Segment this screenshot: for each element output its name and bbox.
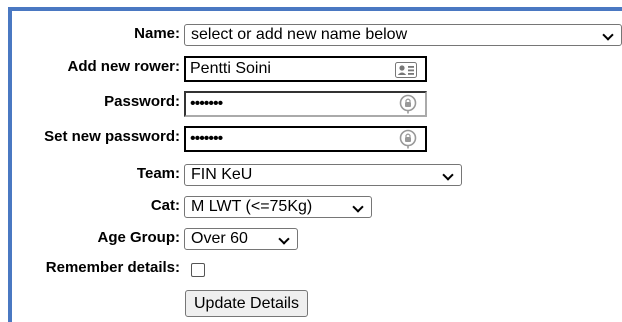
set-password-input[interactable]: ••••••• [184, 126, 427, 152]
remember-checkbox[interactable] [191, 263, 205, 277]
age-group-select[interactable]: Over 60 [184, 228, 298, 250]
cat-select-value: M LWT (<=75Kg) [191, 198, 313, 215]
name-select-value: select or add new name below [191, 26, 408, 43]
contact-card-icon [395, 62, 417, 84]
chevron-down-icon [278, 233, 290, 245]
password-input[interactable]: ••••••• [184, 91, 427, 117]
set-password-value: ••••••• [190, 130, 223, 147]
cat-label: Cat: [150, 197, 180, 214]
chevron-down-icon [602, 29, 614, 41]
chevron-down-icon [442, 169, 454, 181]
age-group-label: Age Group: [97, 229, 181, 246]
remember-label: Remember details: [45, 259, 180, 276]
name-label: Name: [134, 25, 180, 42]
team-select[interactable]: FIN KeU [184, 164, 462, 186]
key-lock-icon [399, 94, 417, 120]
set-password-label: Set new password: [44, 128, 180, 145]
panel-left-border [8, 7, 12, 322]
cat-select[interactable]: M LWT (<=75Kg) [184, 196, 372, 218]
key-lock-icon [399, 129, 417, 155]
update-details-button[interactable]: Update Details [185, 290, 308, 317]
name-select[interactable]: select or add new name below [184, 24, 622, 46]
age-group-select-value: Over 60 [191, 230, 248, 247]
add-rower-value: Pentti Soini [190, 60, 271, 77]
add-rower-input[interactable]: Pentti Soini [184, 56, 427, 82]
form-panel: Name: select or add new name below Add n… [0, 0, 622, 322]
password-label: Password: [104, 93, 180, 110]
team-select-value: FIN KeU [191, 166, 253, 183]
panel-top-border [8, 7, 622, 11]
add-rower-label: Add new rower: [67, 58, 180, 75]
team-label: Team: [136, 165, 180, 182]
chevron-down-icon [352, 201, 364, 213]
password-value: ••••••• [190, 95, 223, 112]
